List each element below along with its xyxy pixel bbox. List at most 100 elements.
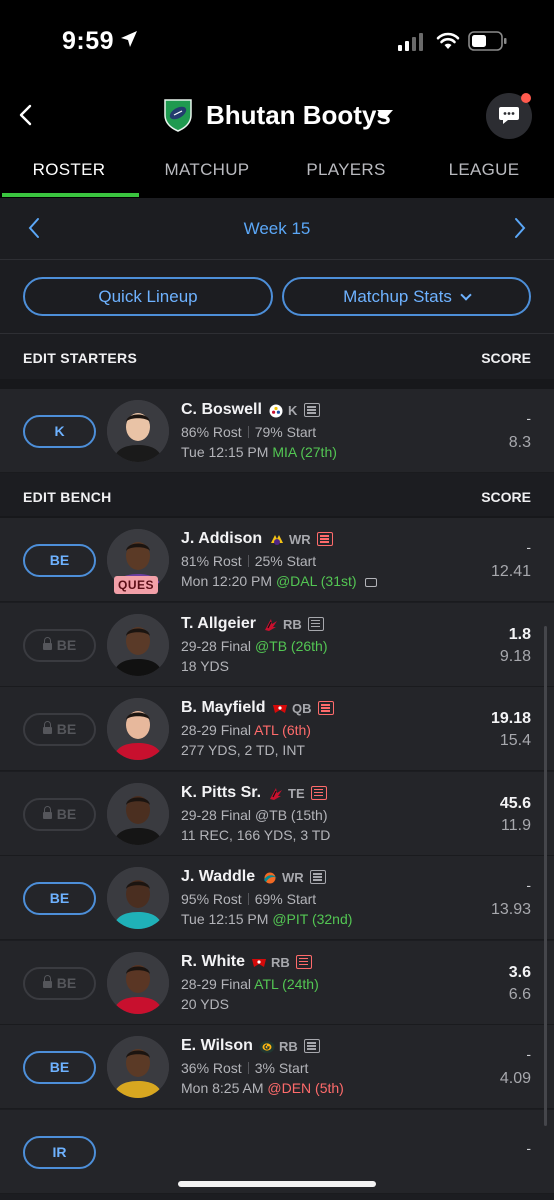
projected-score: 8.3 <box>508 434 531 451</box>
opponent-rank[interactable]: @PIT (32nd) <box>272 911 352 927</box>
player-info-line: 28-29 Final ATL (24th) <box>181 976 319 992</box>
game-info-primary: Tue 12:15 PM <box>181 911 269 927</box>
news-icon[interactable] <box>304 403 320 417</box>
player-row[interactable]: BE R. White RB 28-29 Final ATL (24th) 20 YDS… <box>0 940 554 1025</box>
player-row[interactable]: BE K. Pitts Sr. TE 29-28 Final @TB (15th) 11… <box>0 771 554 856</box>
player-name[interactable]: K. Pitts Sr. <box>181 784 261 802</box>
player-name[interactable]: R. White <box>181 953 245 971</box>
slot-button[interactable]: BE <box>23 882 96 915</box>
team-switch-caret-icon[interactable] <box>377 110 393 119</box>
status-bar: 9:59 <box>0 0 554 84</box>
team-name-title[interactable]: Bhutan Bootys <box>206 100 391 131</box>
slot-label: BE <box>56 636 77 653</box>
player-row[interactable]: BE E. Wilson RB 36% Rost 3% Start Mon 8:25 AM… <box>0 1025 554 1109</box>
player-name[interactable]: J. Addison <box>181 530 262 548</box>
status-time: 9:59 <box>62 27 115 55</box>
news-icon[interactable] <box>304 1039 320 1053</box>
player-avatar[interactable] <box>107 867 169 929</box>
player-info-line: 36% Rost 3% Start <box>181 1060 308 1076</box>
player-info-line: 29-28 Final @TB (26th) <box>181 638 328 654</box>
slot-button[interactable]: BE <box>23 544 96 577</box>
player-info-line: 81% Rost 25% Start <box>181 553 316 569</box>
player-name[interactable]: B. Mayfield <box>181 699 265 717</box>
quick-lineup-button[interactable]: Quick Lineup <box>23 277 273 316</box>
edit-bench-label[interactable]: EDIT BENCH <box>23 489 112 505</box>
opponent-rank[interactable]: MIA (27th) <box>272 444 337 460</box>
lock-icon <box>42 974 52 988</box>
actual-score: 1.8 <box>508 625 531 643</box>
player-position: RB <box>279 1039 298 1054</box>
chat-button[interactable] <box>486 93 532 139</box>
player-avatar[interactable] <box>107 400 169 462</box>
actual-score: 45.6 <box>499 794 531 812</box>
player-avatar[interactable] <box>107 698 169 760</box>
player-position: RB <box>283 616 302 632</box>
steelers-logo-icon <box>269 404 283 418</box>
actual-score-placeholder: - <box>526 539 531 555</box>
player-info-secondary: 3% Start <box>254 1060 309 1076</box>
divider <box>247 426 249 438</box>
starters-section-header: EDIT STARTERS SCORE <box>0 335 554 379</box>
player-avatar[interactable] <box>107 951 169 1014</box>
game-info-line: 20 YDS <box>181 996 229 1012</box>
notification-dot <box>521 93 531 103</box>
actual-score-placeholder: - <box>526 1046 531 1062</box>
slot-button[interactable]: K <box>23 415 96 448</box>
player-name[interactable]: J. Waddle <box>181 868 255 886</box>
game-info-line: Mon 12:20 PM @DAL (31st) <box>181 573 377 589</box>
player-row[interactable]: BE J. Waddle WR 95% Rost 69% Start Tue 12:15 … <box>0 856 554 940</box>
dolphins-logo-icon <box>264 872 277 884</box>
roster-actions: Quick Lineup Matchup Stats <box>0 260 554 334</box>
player-avatar[interactable] <box>107 613 169 676</box>
tab-league[interactable]: LEAGUE <box>415 160 553 180</box>
scrollbar[interactable] <box>544 626 547 1126</box>
score-column-label: SCORE <box>481 350 531 366</box>
back-chevron-icon[interactable] <box>16 104 36 126</box>
player-row[interactable]: BE B. Mayfield QB 28-29 Final ATL (6th) 277 … <box>0 687 554 771</box>
slot-label: BE <box>56 974 77 991</box>
falcons-logo-icon <box>270 787 282 800</box>
player-info-secondary: 25% Start <box>254 553 317 569</box>
divider <box>247 893 249 905</box>
injury-status-badge: QUES <box>114 576 159 594</box>
player-row[interactable]: BE QUES J. Addison WR 81% Rost 25% Start Mon 1… <box>0 518 554 602</box>
edit-starters-label[interactable]: EDIT STARTERS <box>23 350 137 366</box>
game-info-line: 18 YDS <box>181 658 229 674</box>
news-icon[interactable] <box>310 870 326 884</box>
player-name[interactable]: T. Allgeier <box>181 615 256 633</box>
player-avatar[interactable] <box>107 782 169 845</box>
player-row[interactable]: BE T. Allgeier RB 29-28 Final @TB (26th) 18 … <box>0 602 554 687</box>
actual-score: 19.18 <box>490 710 531 727</box>
home-indicator[interactable] <box>178 1181 376 1187</box>
slot-label: BE <box>56 721 77 737</box>
matchup-stats-button[interactable]: Matchup Stats <box>282 277 531 316</box>
news-icon[interactable] <box>317 532 333 546</box>
player-name[interactable]: E. Wilson <box>181 1037 253 1055</box>
app-header: Bhutan Bootys ROSTER MATCHUP PLAYERS LEA… <box>0 84 554 198</box>
tab-roster[interactable]: ROSTER <box>0 160 138 180</box>
slot-button[interactable]: BE <box>23 1051 96 1084</box>
player-info-primary: 29-28 Final <box>181 806 252 823</box>
chevron-down-icon <box>460 289 472 301</box>
opponent-rank[interactable]: @DAL (31st) <box>276 573 357 589</box>
tab-players[interactable]: PLAYERS <box>277 160 415 180</box>
player-avatar[interactable] <box>107 1036 169 1098</box>
lock-icon <box>42 721 52 734</box>
game-info-primary: 18 YDS <box>181 657 229 674</box>
opponent-rank[interactable]: @DEN (5th) <box>267 1080 343 1096</box>
game-info-line: 11 REC, 166 YDS, 3 TD <box>181 827 330 843</box>
next-week-chevron-icon[interactable] <box>512 216 528 240</box>
lock-icon <box>42 636 52 650</box>
locked-slot-button: BE <box>23 966 96 1000</box>
slot-button[interactable]: IR <box>23 1135 96 1169</box>
news-icon[interactable] <box>318 701 334 715</box>
player-name[interactable]: C. Boswell <box>181 401 262 419</box>
player-info-primary: 95% Rost <box>181 891 242 907</box>
tab-matchup[interactable]: MATCHUP <box>138 160 276 180</box>
news-icon[interactable] <box>308 616 324 631</box>
news-icon[interactable] <box>311 785 327 800</box>
player-row[interactable]: K C. Boswell K 86% Rost 79% Start Tue 12:15 P… <box>0 389 554 473</box>
news-icon[interactable] <box>296 954 312 969</box>
week-navigator: Week 15 <box>0 198 554 260</box>
game-info-primary: 11 REC, 166 YDS, 3 TD <box>181 826 331 843</box>
